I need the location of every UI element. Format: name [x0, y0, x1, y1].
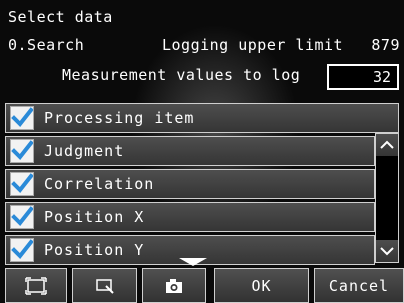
scroll-up-button[interactable] — [376, 134, 398, 156]
chevron-up-icon — [380, 140, 394, 149]
checkbox-icon[interactable] — [10, 106, 34, 130]
scroll-down-button[interactable] — [376, 240, 398, 262]
screen-title: Select data — [8, 8, 113, 26]
checkbox-icon[interactable] — [10, 205, 34, 229]
ok-button-label: OK — [251, 276, 272, 295]
zoom-icon — [95, 278, 114, 294]
camera-icon — [166, 278, 182, 293]
list-scrollbar[interactable] — [375, 133, 399, 263]
logging-upper-limit-value: 879 — [371, 36, 400, 54]
frame-icon — [25, 276, 47, 295]
select-data-screen: Select data 0.Search Logging upper limit… — [0, 0, 404, 303]
list-item-judgment[interactable]: Judgment — [5, 136, 375, 166]
list-item-label: Processing item — [44, 109, 195, 127]
data-item-list: Processing item Judgment Correlation Pos… — [5, 103, 399, 265]
bottom-toolbar: OK Cancel — [0, 268, 404, 303]
zoom-button[interactable] — [72, 268, 137, 303]
logging-upper-limit-label: Logging upper limit — [162, 36, 344, 54]
chevron-down-icon — [380, 247, 394, 256]
checkbox-icon[interactable] — [10, 172, 34, 196]
list-item-label: Position Y — [44, 241, 145, 259]
list-item-label: Correlation — [44, 175, 155, 193]
list-item-processing-item[interactable]: Processing item — [5, 103, 399, 133]
list-item-position-x[interactable]: Position X — [5, 202, 375, 232]
cancel-button-label: Cancel — [328, 276, 390, 295]
camera-button[interactable] — [142, 268, 206, 303]
list-item-label: Judgment — [44, 142, 125, 160]
frame-button[interactable] — [5, 268, 67, 303]
ok-button[interactable]: OK — [214, 268, 309, 303]
item-name: 0.Search — [8, 36, 85, 54]
more-items-arrow-icon — [179, 258, 207, 266]
cancel-button[interactable]: Cancel — [314, 268, 404, 303]
measurement-values-count-field[interactable]: 32 — [327, 64, 399, 90]
checkbox-icon[interactable] — [10, 238, 34, 262]
checkbox-icon[interactable] — [10, 139, 34, 163]
list-item-correlation[interactable]: Correlation — [5, 169, 375, 199]
list-item-label: Position X — [44, 208, 145, 226]
measurement-values-label: Measurement values to log — [62, 66, 301, 84]
